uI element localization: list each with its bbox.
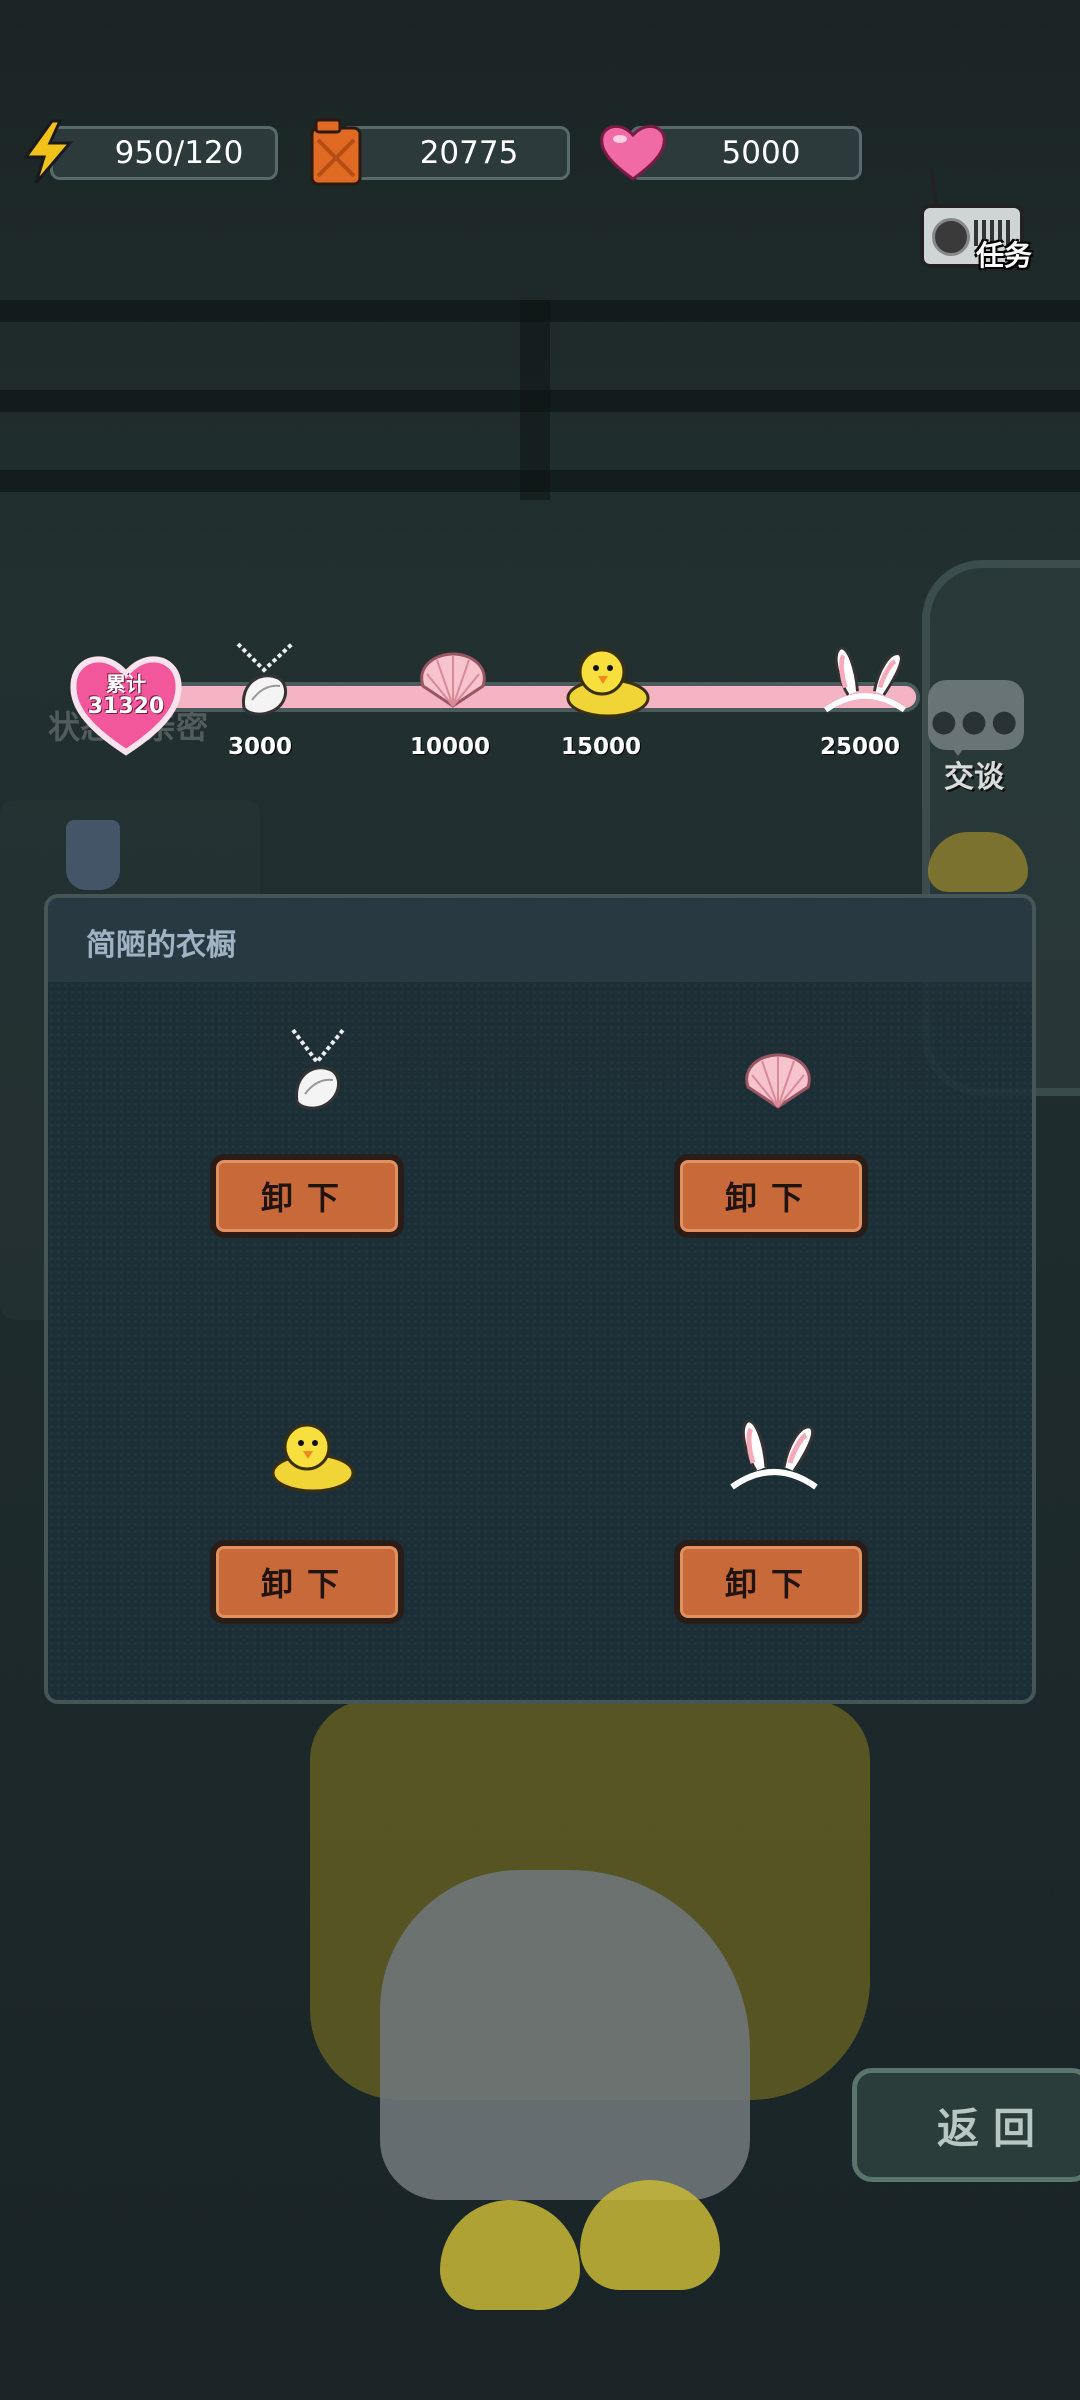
- task-button[interactable]: 任务: [912, 167, 1052, 288]
- energy-bar: 950/120: [50, 126, 278, 180]
- bunny-ears-icon: [724, 1410, 824, 1500]
- bunny-ears-icon: [820, 640, 910, 720]
- ceiling-pillar: [520, 300, 550, 500]
- character-legs: [380, 1870, 750, 2200]
- talk-button-label[interactable]: 交谈: [944, 752, 1004, 796]
- wardrobe-header: 简陋的衣橱: [48, 898, 1032, 982]
- affection-total-badge: 累计 31320: [66, 648, 186, 758]
- fuel-can-icon: [304, 116, 368, 188]
- fuel-bar: 20775: [338, 126, 570, 180]
- character-girl: [300, 1700, 870, 2350]
- milestone-label: 3000: [227, 734, 292, 760]
- unequip-button[interactable]: 卸下: [674, 1540, 868, 1624]
- duck-slipper-icon: [262, 1410, 362, 1500]
- energy-value: 950/120: [114, 135, 244, 171]
- dress-icon: [66, 820, 120, 890]
- unequip-button[interactable]: 卸下: [210, 1154, 404, 1238]
- milestone-label: 15000: [560, 734, 642, 760]
- unequip-button[interactable]: 卸下: [674, 1154, 868, 1238]
- lightning-icon: [16, 116, 80, 188]
- shell-necklace-icon: [220, 640, 310, 720]
- shell-necklace-icon: [268, 1026, 368, 1116]
- seashell-icon: [408, 640, 498, 720]
- affection-total-label: 累计: [106, 672, 146, 696]
- task-label: 任务: [976, 239, 1033, 272]
- antenna-icon: [929, 167, 939, 209]
- fuel-value: 20775: [419, 135, 519, 171]
- wardrobe-title: 简陋的衣橱: [86, 928, 236, 963]
- return-button[interactable]: 返回: [852, 2068, 1080, 2182]
- seashell-icon: [728, 1036, 828, 1126]
- hearts-value: 5000: [721, 135, 801, 171]
- duck-toy-icon: [928, 832, 1028, 892]
- chat-bubble-icon[interactable]: ●●●: [928, 680, 1024, 756]
- duck-slipper-left: [440, 2200, 580, 2310]
- wardrobe-panel: 简陋的衣橱 卸下 卸下 卸下 卸下: [44, 894, 1036, 1704]
- milestone-label: 25000: [819, 734, 901, 760]
- heart-icon: [596, 116, 670, 188]
- chat-dots: ●●●: [930, 704, 1022, 739]
- duck-slipper-icon: [562, 640, 652, 720]
- affection-total-value: 31320: [87, 694, 165, 719]
- unequip-button[interactable]: 卸下: [210, 1540, 404, 1624]
- milestone-label: 10000: [409, 734, 491, 760]
